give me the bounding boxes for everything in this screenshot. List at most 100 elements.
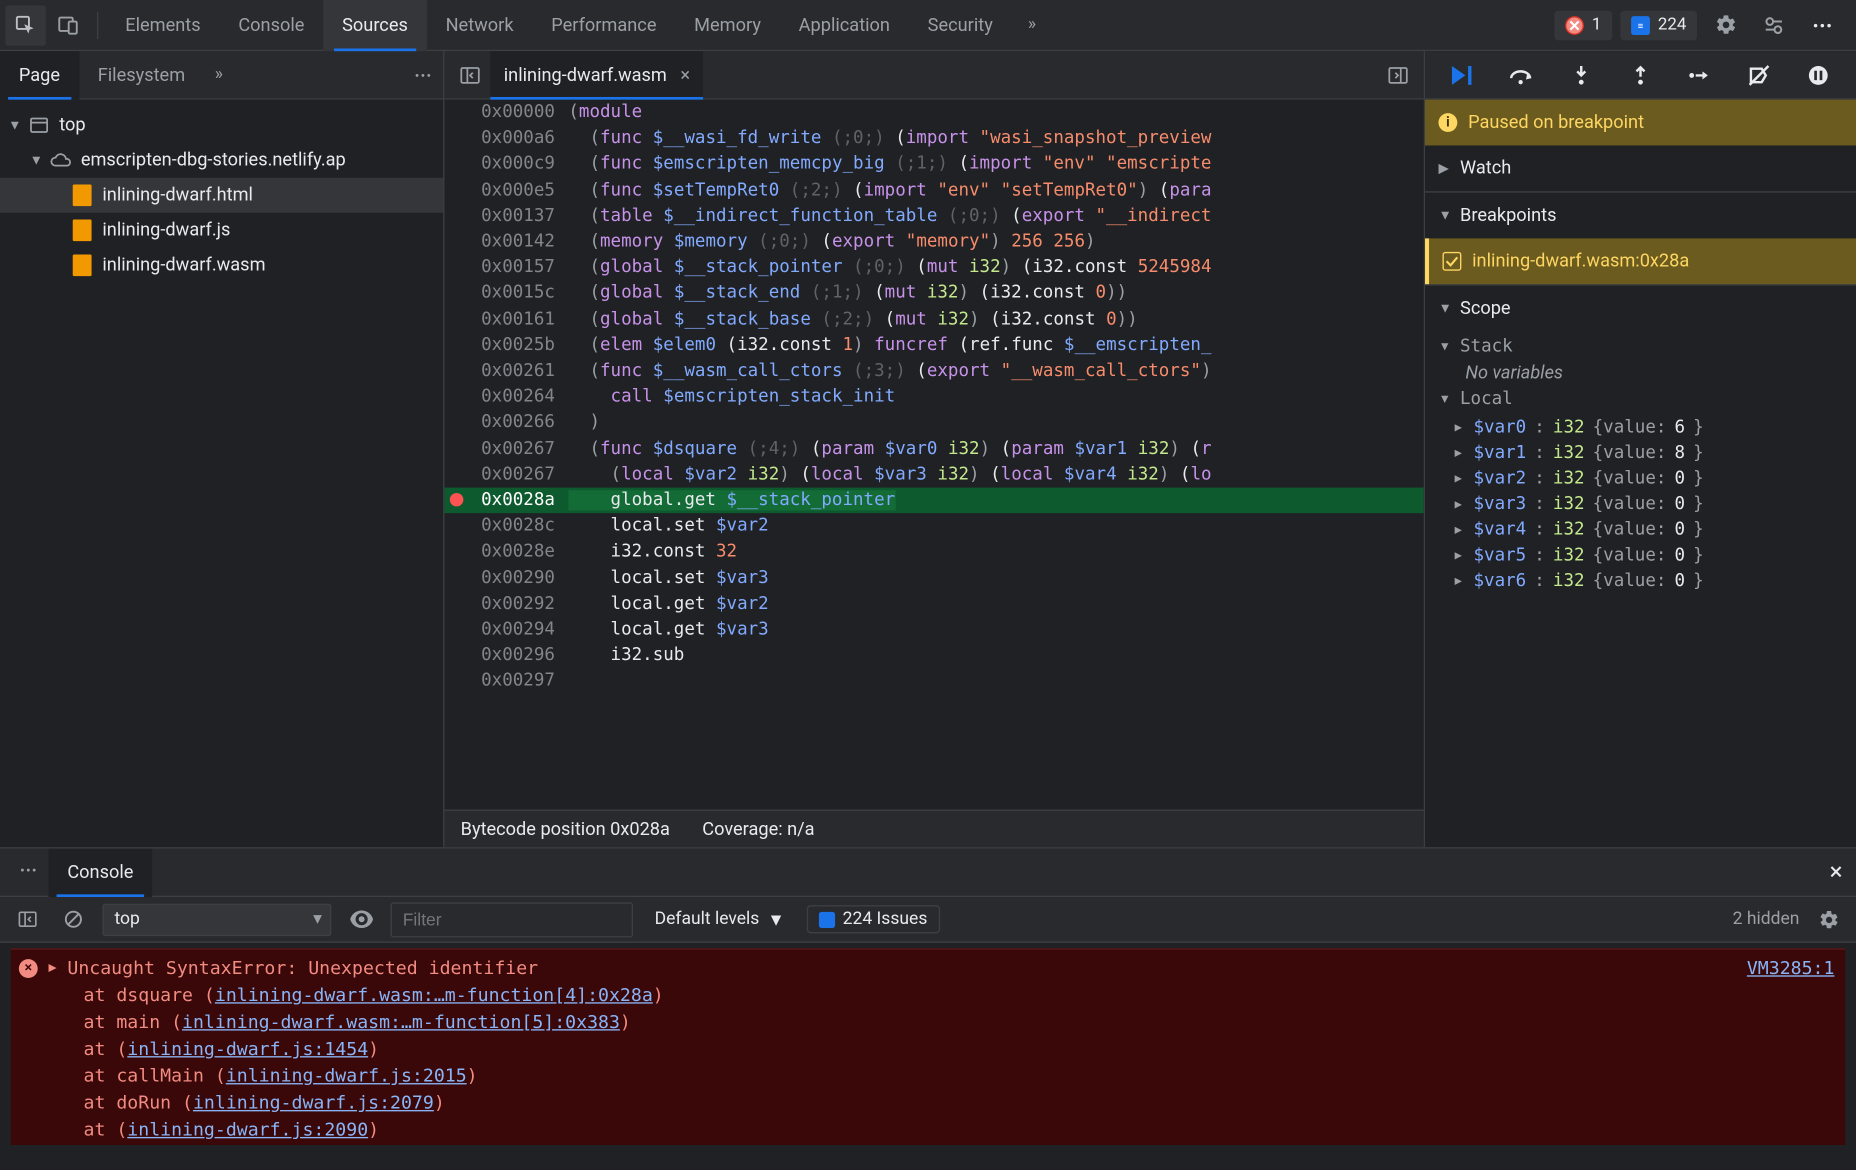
more-tabs-chevrons-icon[interactable]: » bbox=[1014, 15, 1049, 35]
filter-input[interactable] bbox=[391, 902, 633, 937]
stack-link[interactable]: inlining-dwarf.wasm:…m-function[4]:0x28a bbox=[215, 985, 653, 1007]
step-into-icon[interactable] bbox=[1565, 59, 1597, 91]
scope-variable[interactable]: ▶$var6: i32 {value: 0} bbox=[1425, 568, 1856, 594]
editor-file-tab[interactable]: inlining-dwarf.wasm × bbox=[490, 51, 703, 99]
watch-section-header[interactable]: ▶ Watch bbox=[1425, 145, 1856, 191]
tree-file[interactable]: inlining-dwarf.js bbox=[0, 213, 443, 248]
gutter[interactable]: 0x00142 bbox=[444, 229, 568, 255]
code-line[interactable]: 0x000e5 (func $setTempRet0 (;2;) (import… bbox=[444, 177, 1423, 203]
gutter[interactable]: 0x0015c bbox=[444, 281, 568, 307]
kebab-menu-icon[interactable] bbox=[1802, 5, 1842, 45]
gutter[interactable]: 0x00264 bbox=[444, 384, 568, 410]
clear-console-icon[interactable] bbox=[57, 903, 89, 935]
context-selector[interactable]: top bbox=[102, 903, 331, 935]
stack-link[interactable]: inlining-dwarf.js:2090 bbox=[127, 1119, 368, 1141]
tree-file[interactable]: inlining-dwarf.html bbox=[0, 178, 443, 213]
code-line[interactable]: 0x0028a global.get $__stack_pointer bbox=[444, 488, 1423, 514]
devtools-tab-sources[interactable]: Sources bbox=[323, 0, 426, 51]
drawer-tab-console[interactable]: Console bbox=[48, 848, 152, 896]
code-line[interactable]: 0x00296 i32.sub bbox=[444, 643, 1423, 669]
issues-pill-drawer[interactable]: 224 Issues bbox=[806, 905, 939, 933]
step-out-icon[interactable] bbox=[1624, 59, 1656, 91]
gutter[interactable]: 0x00294 bbox=[444, 617, 568, 643]
gutter[interactable]: 0x00292 bbox=[444, 591, 568, 617]
gutter[interactable]: 0x000a6 bbox=[444, 126, 568, 152]
code-line[interactable]: 0x00264 call $emscripten_stack_init bbox=[444, 384, 1423, 410]
scope-local-header[interactable]: ▼ Local bbox=[1425, 384, 1856, 415]
code-line[interactable]: 0x0028e i32.const 32 bbox=[444, 539, 1423, 565]
breakpoint-row[interactable]: inlining-dwarf.wasm:0x28a bbox=[1425, 238, 1856, 284]
console-settings-gear-icon[interactable] bbox=[1813, 903, 1845, 935]
code-line[interactable]: 0x00292 local.get $var2 bbox=[444, 591, 1423, 617]
close-drawer-icon[interactable]: × bbox=[1824, 853, 1848, 892]
close-tab-icon[interactable]: × bbox=[680, 64, 690, 86]
gutter[interactable]: 0x00296 bbox=[444, 643, 568, 669]
checkbox-checked-icon[interactable] bbox=[1443, 252, 1462, 271]
gutter[interactable]: 0x00266 bbox=[444, 410, 568, 436]
devtools-tab-application[interactable]: Application bbox=[780, 0, 909, 51]
code-line[interactable]: 0x0025b (elem $elem0 (i32.const 1) funcr… bbox=[444, 332, 1423, 358]
resume-icon[interactable] bbox=[1447, 59, 1479, 91]
gutter[interactable]: 0x00261 bbox=[444, 358, 568, 384]
stack-link[interactable]: inlining-dwarf.js:1454 bbox=[127, 1038, 368, 1060]
code-line[interactable]: 0x00294 local.get $var3 bbox=[444, 617, 1423, 643]
gutter[interactable]: 0x00161 bbox=[444, 307, 568, 333]
log-levels-selector[interactable]: Default levels ▼ bbox=[647, 902, 793, 937]
code-editor[interactable]: 0x00000(module0x000a6 (func $__wasi_fd_w… bbox=[444, 100, 1423, 810]
navigator-tab-page[interactable]: Page bbox=[0, 51, 79, 99]
breakpoints-section-header[interactable]: ▼ Breakpoints bbox=[1425, 193, 1856, 239]
gutter[interactable]: 0x00267 bbox=[444, 462, 568, 488]
gutter[interactable]: 0x0028c bbox=[444, 513, 568, 539]
code-line[interactable]: 0x000a6 (func $__wasi_fd_write (;0;) (im… bbox=[444, 126, 1423, 152]
stack-link[interactable]: inlining-dwarf.js:2079 bbox=[193, 1092, 434, 1114]
code-line[interactable]: 0x00290 local.set $var3 bbox=[444, 565, 1423, 591]
stack-link[interactable]: inlining-dwarf.js:2015 bbox=[226, 1065, 467, 1087]
code-line[interactable]: 0x00137 (table $__indirect_function_tabl… bbox=[444, 203, 1423, 229]
devtools-tab-elements[interactable]: Elements bbox=[106, 0, 219, 51]
code-line[interactable]: 0x00142 (memory $memory (;0;) (export "m… bbox=[444, 229, 1423, 255]
stack-link[interactable]: inlining-dwarf.wasm:…m-function[5]:0x383 bbox=[182, 1012, 620, 1034]
more-nav-tabs-icon[interactable]: » bbox=[204, 65, 234, 85]
console-output[interactable]: VM3285:1 × ▶ Uncaught SyntaxError: Unexp… bbox=[0, 943, 1856, 1145]
devtools-tab-security[interactable]: Security bbox=[909, 0, 1012, 51]
deactivate-breakpoints-icon[interactable] bbox=[1743, 59, 1775, 91]
gutter[interactable]: 0x00297 bbox=[444, 669, 568, 695]
code-line[interactable]: 0x0028c local.set $var2 bbox=[444, 513, 1423, 539]
gutter[interactable]: 0x00000 bbox=[444, 100, 568, 126]
code-line[interactable]: 0x00000(module bbox=[444, 100, 1423, 126]
step-icon[interactable] bbox=[1684, 59, 1716, 91]
code-line[interactable]: 0x00161 (global $__stack_base (;2;) (mut… bbox=[444, 307, 1423, 333]
code-line[interactable]: 0x000c9 (func $emscripten_memcpy_big (;1… bbox=[444, 151, 1423, 177]
scope-variable[interactable]: ▶$var2: i32 {value: 0} bbox=[1425, 466, 1856, 492]
code-line[interactable]: 0x00157 (global $__stack_pointer (;0;) (… bbox=[444, 255, 1423, 281]
drawer-kebab-icon[interactable] bbox=[8, 860, 48, 884]
gutter[interactable]: 0x0028a bbox=[444, 488, 568, 514]
issues-pill[interactable]: ≡ 224 bbox=[1620, 10, 1697, 40]
gutter[interactable]: 0x0025b bbox=[444, 332, 568, 358]
step-over-icon[interactable] bbox=[1506, 59, 1538, 91]
gutter[interactable]: 0x000e5 bbox=[444, 177, 568, 203]
error-expand-icon[interactable]: ▶ bbox=[48, 955, 56, 982]
toggle-navigator-icon[interactable] bbox=[450, 55, 490, 95]
gutter[interactable]: 0x00137 bbox=[444, 203, 568, 229]
settings-gear-icon[interactable] bbox=[1705, 5, 1745, 45]
navigator-tab-filesystem[interactable]: Filesystem bbox=[79, 51, 204, 99]
scope-variable[interactable]: ▶$var0: i32 {value: 6} bbox=[1425, 415, 1856, 441]
live-expression-icon[interactable] bbox=[345, 903, 377, 935]
scope-variable[interactable]: ▶$var3: i32 {value: 0} bbox=[1425, 492, 1856, 518]
error-source-link[interactable]: VM3285:1 bbox=[1747, 955, 1835, 982]
tree-file[interactable]: inlining-dwarf.wasm bbox=[0, 248, 443, 283]
pause-exceptions-icon[interactable] bbox=[1802, 59, 1834, 91]
inspect-element-icon[interactable] bbox=[5, 5, 45, 45]
navigator-kebab-icon[interactable] bbox=[403, 65, 443, 84]
code-line[interactable]: 0x00266 ) bbox=[444, 410, 1423, 436]
scope-variable[interactable]: ▶$var4: i32 {value: 0} bbox=[1425, 517, 1856, 543]
devtools-tab-network[interactable]: Network bbox=[427, 0, 533, 51]
code-line[interactable]: 0x00267 (local $var2 i32) (local $var3 i… bbox=[444, 462, 1423, 488]
toggle-debugger-icon[interactable] bbox=[1378, 55, 1418, 95]
devtools-tab-performance[interactable]: Performance bbox=[532, 0, 675, 51]
gutter[interactable]: 0x00290 bbox=[444, 565, 568, 591]
customize-icon[interactable] bbox=[1754, 5, 1794, 45]
toggle-console-sidebar-icon[interactable] bbox=[11, 903, 43, 935]
code-line[interactable]: 0x00297 bbox=[444, 669, 1423, 695]
